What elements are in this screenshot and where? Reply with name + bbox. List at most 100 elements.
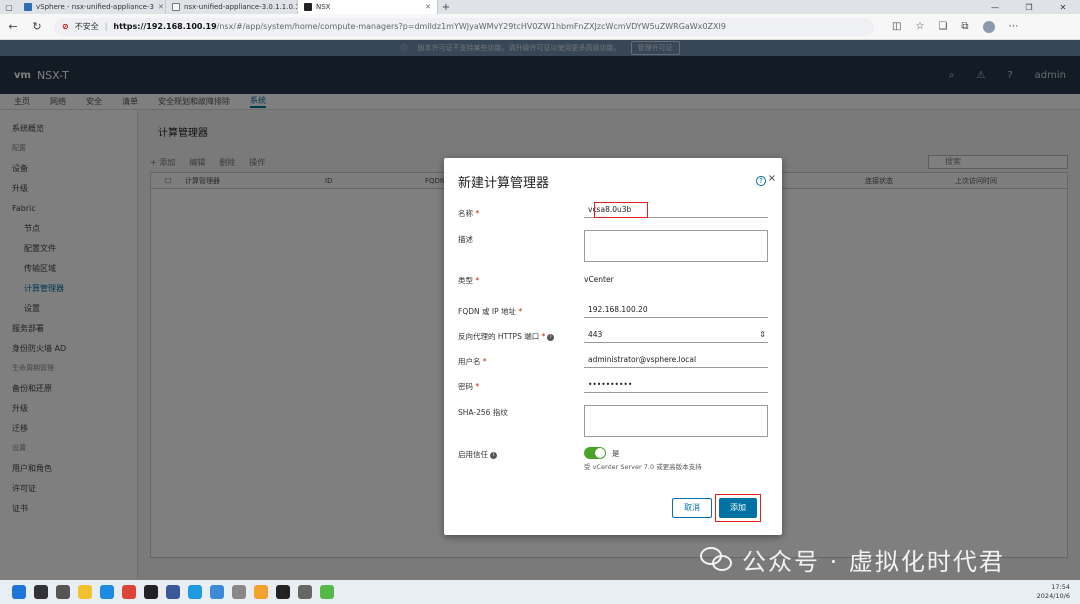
terminal-icon[interactable] (144, 585, 158, 599)
url-host: https://192.168.100.19 (113, 22, 217, 31)
port-label-text: 反向代理的 HTTPS 端口 (458, 332, 540, 341)
add-button[interactable]: 添加 (719, 498, 757, 518)
chrome-icon[interactable] (122, 585, 136, 599)
app-icon[interactable] (166, 585, 180, 599)
watermark: 公众号 · 虚拟化时代君 (700, 542, 1005, 577)
toggle-value: 是 (612, 449, 620, 458)
back-icon[interactable]: ← (6, 20, 20, 33)
description-label: 描述 (458, 235, 473, 244)
password-input[interactable]: •••••••••• (584, 379, 768, 393)
url-path: /nsx/#/app/system/home/compute-managers?… (216, 22, 726, 31)
search-icon[interactable] (34, 585, 48, 599)
help-icon[interactable]: ? (756, 176, 766, 186)
browser-tab-active[interactable]: NSX ✕ (298, 0, 438, 14)
close-window-icon[interactable]: ✕ (1046, 3, 1080, 12)
description-textarea[interactable] (584, 230, 768, 262)
port-input[interactable]: 443 ⇕ (584, 329, 768, 343)
enable-trust-toggle[interactable] (584, 447, 606, 459)
required-mark: * (475, 382, 480, 391)
restore-icon[interactable]: ❐ (1012, 3, 1046, 12)
app-icon[interactable] (254, 585, 268, 599)
file-explorer-icon[interactable] (78, 585, 92, 599)
new-tab-button[interactable]: + (438, 2, 454, 13)
add-highlight-box: 添加 (715, 494, 761, 522)
new-compute-manager-dialog: 新建计算管理器 ? × 名称 * vcsa8.0u3b 描述 类型 * vCen… (444, 158, 782, 535)
task-view-icon[interactable] (56, 585, 70, 599)
name-label: 名称 * (458, 208, 479, 219)
required-mark: * (475, 276, 480, 285)
minimize-icon[interactable]: — (978, 3, 1012, 12)
close-icon[interactable]: × (768, 173, 776, 184)
tab-label: NSX (316, 3, 331, 11)
required-mark: * (518, 307, 523, 316)
tab-label: vSphere - nsx-unified-appliance-3 (36, 3, 154, 11)
address-bar-row: ← ↻ ⊘ 不安全 | https://192.168.100.19/nsx/#… (0, 14, 1080, 40)
url-field[interactable]: ⊘ 不安全 | https://192.168.100.19/nsx/#/app… (54, 17, 874, 36)
window-menu-icon[interactable]: ▢ (0, 0, 18, 14)
remote-desktop-icon[interactable] (210, 585, 224, 599)
type-label: 类型 * (458, 275, 479, 286)
trust-note: 受 vCenter Server 7.0 或更高版本支持 (584, 463, 702, 471)
fqdn-value: 192.168.100.20 (588, 305, 648, 314)
window-controls: — ❐ ✕ (978, 3, 1080, 12)
split-screen-icon[interactable]: ◫ (892, 21, 901, 33)
type-value[interactable]: vCenter (584, 275, 614, 284)
app-icon[interactable] (298, 585, 312, 599)
password-label: 密码 * (458, 381, 479, 392)
taskbar: 17:54 2024/10/6 (0, 580, 1080, 604)
app-icon[interactable] (320, 585, 334, 599)
warning-icon[interactable]: ⊘ (62, 22, 69, 31)
page-favicon-icon (172, 3, 180, 11)
reload-icon[interactable]: ↻ (30, 20, 44, 33)
info-icon[interactable]: i (490, 451, 497, 459)
type-label-text: 类型 (458, 276, 473, 285)
extensions-icon[interactable]: ⧉ (961, 21, 968, 33)
clock-date: 2024/10/6 (1036, 592, 1070, 600)
watermark-text: 公众号 · 虚拟化时代君 (742, 548, 1005, 576)
cancel-button[interactable]: 取消 (672, 498, 712, 518)
fqdn-input[interactable]: 192.168.100.20 (584, 304, 768, 318)
collections-icon[interactable]: ❏ (938, 21, 947, 33)
browser-tab[interactable]: nsx-unified-appliance-3.0.1.1.0.1 ✕ (166, 0, 298, 14)
edge-icon[interactable] (100, 585, 114, 599)
name-highlight-box (594, 202, 648, 218)
favorites-icon[interactable]: ☆ (915, 21, 924, 33)
info-icon[interactable]: i (547, 333, 555, 341)
insecure-label[interactable]: 不安全 (75, 21, 99, 32)
tab-close-icon[interactable]: ✕ (158, 3, 164, 11)
spinner-icon[interactable]: ⇕ (759, 329, 766, 341)
app-icon[interactable] (232, 585, 246, 599)
name-label-text: 名称 (458, 209, 473, 218)
telegram-icon[interactable] (188, 585, 202, 599)
tab-close-icon[interactable]: ✕ (425, 3, 431, 11)
trust-label-text: 启用信任 (458, 450, 488, 459)
start-icon[interactable] (12, 585, 26, 599)
url-text: https://192.168.100.19/nsx/#/app/system/… (113, 22, 726, 31)
required-mark: * (475, 209, 480, 218)
username-label-text: 用户名 (458, 357, 481, 366)
trust-label: 启用信任 i (458, 449, 497, 460)
password-label-text: 密码 (458, 382, 473, 391)
system-clock[interactable]: 17:54 2024/10/6 (1037, 583, 1070, 601)
password-value: •••••••••• (588, 380, 633, 389)
username-input[interactable]: administrator@vsphere.local (584, 354, 768, 368)
url-separator: | (104, 22, 108, 31)
profile-avatar[interactable] (982, 20, 995, 33)
nsx-favicon-icon (304, 3, 312, 11)
sha256-textarea[interactable] (584, 405, 768, 437)
browser-tools: ◫ ☆ ❏ ⧉ ⋯ (892, 20, 1019, 33)
fqdn-label: FQDN 或 IP 地址 * (458, 306, 522, 317)
username-label: 用户名 * (458, 356, 487, 367)
required-mark: * (482, 357, 487, 366)
sha256-label: SHA-256 指纹 (458, 408, 508, 417)
browser-tab[interactable]: vSphere - nsx-unified-appliance-3 ✕ (18, 0, 166, 14)
browser-tab-bar: ▢ vSphere - nsx-unified-appliance-3 ✕ ns… (0, 0, 1080, 14)
dialog-title: 新建计算管理器 (458, 176, 550, 191)
app-icon[interactable] (276, 585, 290, 599)
more-icon[interactable]: ⋯ (1009, 21, 1019, 33)
tab-label: nsx-unified-appliance-3.0.1.1.0.1 (184, 3, 298, 11)
clock-time: 17:54 (1051, 583, 1070, 591)
vsphere-favicon-icon (24, 3, 32, 11)
required-mark: * (541, 332, 546, 341)
port-label: 反向代理的 HTTPS 端口 * i (458, 331, 555, 342)
